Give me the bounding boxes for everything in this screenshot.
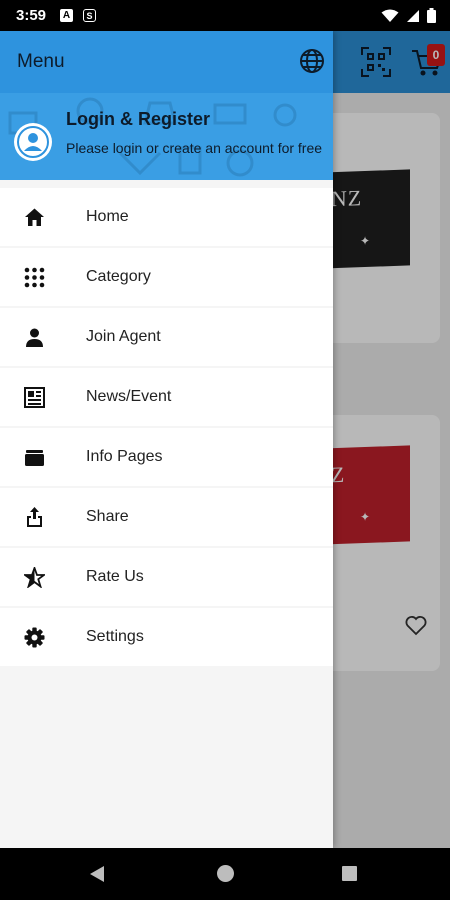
login-subtitle: Please login or create an account for fr…: [66, 140, 323, 156]
menu-item-home[interactable]: Home: [0, 188, 333, 246]
status-time: 3:59: [16, 7, 47, 24]
grid-icon: [24, 267, 45, 288]
newspaper-icon: [24, 387, 45, 408]
globe-icon[interactable]: [298, 47, 326, 75]
navigation-drawer: Menu Login & Register Please login or cr…: [0, 31, 333, 848]
menu-item-label: News/Event: [86, 388, 172, 405]
menu-item-label: Info Pages: [86, 448, 163, 465]
menu-item-settings[interactable]: Settings: [0, 608, 333, 666]
status-indicators: [381, 8, 436, 23]
menu-item-rate-us[interactable]: Rate Us: [0, 548, 333, 606]
signal-icon: [407, 9, 419, 22]
menu-item-info-pages[interactable]: Info Pages: [0, 428, 333, 486]
menu-item-join-agent[interactable]: Join Agent: [0, 308, 333, 366]
home-button-icon[interactable]: [217, 865, 234, 882]
a-badge-icon: A: [60, 9, 74, 22]
login-title: Login & Register: [66, 109, 211, 129]
wifi-icon: [381, 9, 399, 22]
person-icon: [24, 327, 45, 348]
menu-item-label: Rate Us: [86, 568, 144, 585]
back-icon[interactable]: [90, 866, 104, 882]
menu-item-share[interactable]: Share: [0, 488, 333, 546]
drawer-header: Menu: [0, 31, 333, 93]
menu-item-label: Share: [86, 508, 129, 525]
system-nav-bar: [0, 848, 450, 900]
drawer-title: Menu: [17, 51, 65, 72]
share-icon: [24, 507, 45, 528]
menu-item-category[interactable]: Category: [0, 248, 333, 306]
folder-icon: [24, 447, 45, 468]
star-icon: [24, 567, 45, 588]
drawer-menu: Home Category Join Agent News/Event Info…: [0, 188, 333, 668]
home-icon: [24, 207, 45, 228]
avatar: [14, 123, 52, 161]
login-register-banner[interactable]: Login & Register Please login or create …: [0, 93, 333, 180]
user-avatar-icon: [15, 124, 51, 160]
recents-icon[interactable]: [342, 866, 357, 881]
gear-icon: [24, 627, 45, 648]
menu-item-label: Settings: [86, 628, 144, 645]
status-bar: 3:59 A S: [0, 0, 450, 31]
menu-item-label: Category: [86, 268, 151, 285]
battery-icon: [427, 8, 436, 23]
menu-item-news-event[interactable]: News/Event: [0, 368, 333, 426]
s-badge-icon: S: [83, 9, 97, 22]
menu-item-label: Home: [86, 208, 129, 225]
menu-item-label: Join Agent: [86, 328, 161, 345]
